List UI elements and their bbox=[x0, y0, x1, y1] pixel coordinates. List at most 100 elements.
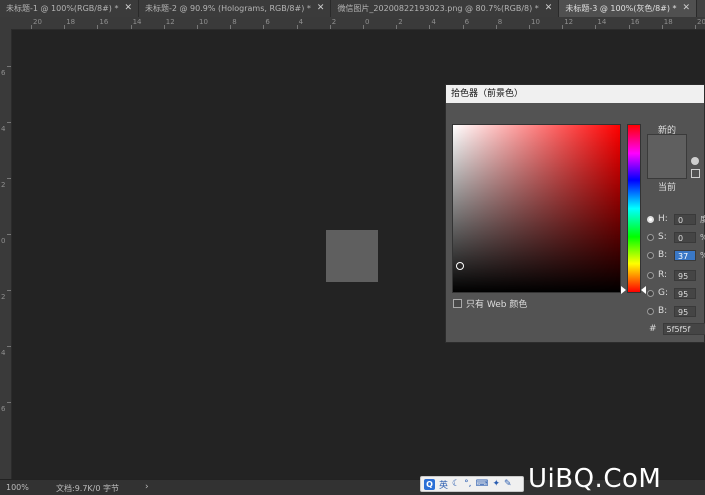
ime-punctuation-icon[interactable]: °, bbox=[464, 479, 471, 489]
web-safe-cube-icon[interactable] bbox=[691, 169, 700, 178]
ruler-top-label: 4 bbox=[431, 18, 436, 26]
hue-input[interactable]: 0 bbox=[674, 213, 696, 225]
ruler-tick bbox=[595, 25, 597, 29]
ime-keyboard-icon[interactable]: ⌨ bbox=[475, 479, 488, 489]
ruler-top-label: 20 bbox=[697, 18, 705, 26]
ruler-top-label: 10 bbox=[531, 18, 540, 26]
ruler-top-label: 10 bbox=[199, 18, 208, 26]
ruler-corner bbox=[0, 17, 11, 29]
ruler-tick bbox=[7, 402, 11, 403]
green-input[interactable]: 95 bbox=[674, 287, 696, 299]
ruler-tick bbox=[7, 122, 11, 123]
ruler-tick bbox=[64, 25, 66, 29]
ruler-tick bbox=[329, 25, 331, 29]
current-color-label: 当前 bbox=[658, 183, 677, 193]
hue-slider-left-arrow-icon[interactable] bbox=[621, 286, 626, 294]
ime-moon-icon[interactable]: ☾ bbox=[452, 479, 460, 489]
ruler-tick bbox=[163, 25, 165, 29]
ruler-tick bbox=[363, 25, 364, 29]
red-label: R: bbox=[658, 270, 668, 280]
close-icon[interactable]: ✕ bbox=[683, 0, 691, 17]
ruler-top-label: 14 bbox=[132, 18, 142, 26]
zoom-level[interactable]: 100% bbox=[6, 483, 29, 492]
tab-wechat-image[interactable]: 微信图片_20200822193023.png @ 80.7%(RGB/8) *… bbox=[331, 0, 560, 17]
brightness-radio[interactable] bbox=[647, 251, 654, 259]
web-colors-checkbox[interactable] bbox=[453, 299, 462, 308]
red-input[interactable]: 95 bbox=[674, 269, 696, 281]
hue-slider[interactable] bbox=[627, 124, 641, 293]
ruler-tick bbox=[7, 290, 11, 291]
ime-tools-icon[interactable]: ✎ bbox=[504, 479, 512, 489]
green-radio[interactable] bbox=[647, 289, 654, 297]
saturation-label: S: bbox=[658, 232, 667, 242]
gray-square-layer[interactable] bbox=[326, 230, 378, 282]
blue-label: B: bbox=[658, 306, 668, 316]
document-size-info: 文档:9.7K/0 字节 bbox=[56, 484, 119, 493]
ruler-top-label: 12 bbox=[564, 18, 574, 26]
dialog-title: 拾色器（前景色） bbox=[446, 85, 704, 103]
hue-row: H: 0 度 bbox=[647, 212, 705, 226]
ruler-tick bbox=[529, 25, 530, 29]
hex-input[interactable]: 5f5f5f bbox=[662, 323, 705, 335]
tab-untitled-1[interactable]: 未标题-1 @ 100%(RGB/8#) * ✕ bbox=[0, 0, 139, 17]
web-colors-label: 只有 Web 颜色 bbox=[466, 300, 528, 310]
green-row: G: 95 bbox=[647, 286, 696, 300]
out-of-gamut-warning-icon[interactable] bbox=[691, 157, 699, 165]
ruler-top-label: 16 bbox=[99, 18, 109, 26]
ruler-top-label: 4 bbox=[298, 18, 304, 26]
close-icon[interactable]: ✕ bbox=[124, 0, 132, 17]
ruler-tick bbox=[462, 25, 464, 29]
tab-untitled-2[interactable]: 未标题-2 @ 90.9% (Holograms, RGB/8#) * ✕ bbox=[139, 0, 332, 17]
ruler-left-label: 2 bbox=[1, 181, 6, 189]
close-icon[interactable]: ✕ bbox=[545, 0, 553, 17]
hex-label: # bbox=[649, 324, 657, 334]
document-tab-bar: 未标题-1 @ 100%(RGB/8#) * ✕ 未标题-2 @ 90.9% (… bbox=[0, 0, 705, 17]
ruler-tick bbox=[396, 25, 398, 29]
ruler-tick bbox=[230, 25, 232, 29]
ruler-top[interactable]: 20 18 16 14 12 10 8 6 4 2 0 2 4 6 8 10 12 14 16 18 20 bbox=[11, 17, 705, 30]
ruler-top-label: 8 bbox=[497, 18, 503, 26]
close-icon[interactable]: ✕ bbox=[317, 0, 325, 17]
tab-label: 微信图片_20200822193023.png @ 80.7%(RGB/8) * bbox=[337, 4, 539, 13]
ruler-left-label: 4 bbox=[1, 125, 6, 133]
site-watermark: UiBQ.CoM bbox=[528, 464, 662, 494]
ruler-tick bbox=[429, 25, 431, 29]
saturation-radio[interactable] bbox=[647, 233, 654, 241]
blue-row: B: 95 bbox=[647, 304, 696, 318]
red-radio[interactable] bbox=[647, 271, 654, 279]
ruler-top-label: 18 bbox=[66, 18, 76, 26]
ruler-top-label: 18 bbox=[663, 18, 673, 26]
color-swatch bbox=[647, 134, 687, 179]
color-field[interactable] bbox=[452, 124, 621, 293]
tab-untitled-3[interactable]: 未标题-3 @ 100%(灰色/8#) * ✕ bbox=[559, 0, 698, 17]
ruler-tick bbox=[97, 25, 99, 29]
ruler-tick bbox=[7, 178, 11, 179]
hue-unit: 度 bbox=[700, 214, 705, 224]
ruler-top-label: 2 bbox=[331, 18, 337, 26]
blue-input[interactable]: 95 bbox=[674, 305, 696, 317]
status-menu-arrow-icon[interactable]: › bbox=[145, 482, 149, 492]
ruler-tick bbox=[7, 66, 11, 67]
ime-logo-icon[interactable]: Q bbox=[424, 478, 435, 490]
hue-slider-right-arrow-icon[interactable] bbox=[641, 286, 646, 294]
ruler-tick bbox=[7, 234, 11, 235]
color-picker-dialog: 拾色器（前景色） 只有 Web 颜色 新的 当前 H: 0 度 S: 0 % B… bbox=[445, 84, 705, 343]
web-colors-only-option[interactable]: 只有 Web 颜色 bbox=[453, 297, 527, 310]
ruler-top-label: 20 bbox=[33, 18, 42, 26]
brightness-input[interactable]: 37 bbox=[674, 249, 696, 261]
ruler-tick bbox=[628, 25, 630, 29]
ruler-top-label: 2 bbox=[398, 18, 403, 26]
ruler-left-label: 2 bbox=[1, 293, 6, 301]
saturation-input[interactable]: 0 bbox=[674, 231, 696, 243]
hue-radio[interactable] bbox=[647, 215, 654, 223]
tab-label: 未标题-1 @ 100%(RGB/8#) * bbox=[6, 4, 119, 13]
ruler-top-label: 8 bbox=[232, 18, 237, 26]
ime-skin-icon[interactable]: ✦ bbox=[492, 479, 500, 489]
ruler-left[interactable]: 6 4 2 0 2 4 6 bbox=[0, 29, 12, 479]
color-field-marker-icon[interactable] bbox=[456, 262, 464, 270]
green-label: G: bbox=[658, 288, 669, 298]
blue-radio[interactable] bbox=[647, 307, 654, 315]
brightness-label: B: bbox=[658, 250, 668, 260]
saturation-unit: % bbox=[700, 233, 705, 242]
ime-language-toggle[interactable]: 英 bbox=[439, 478, 448, 491]
